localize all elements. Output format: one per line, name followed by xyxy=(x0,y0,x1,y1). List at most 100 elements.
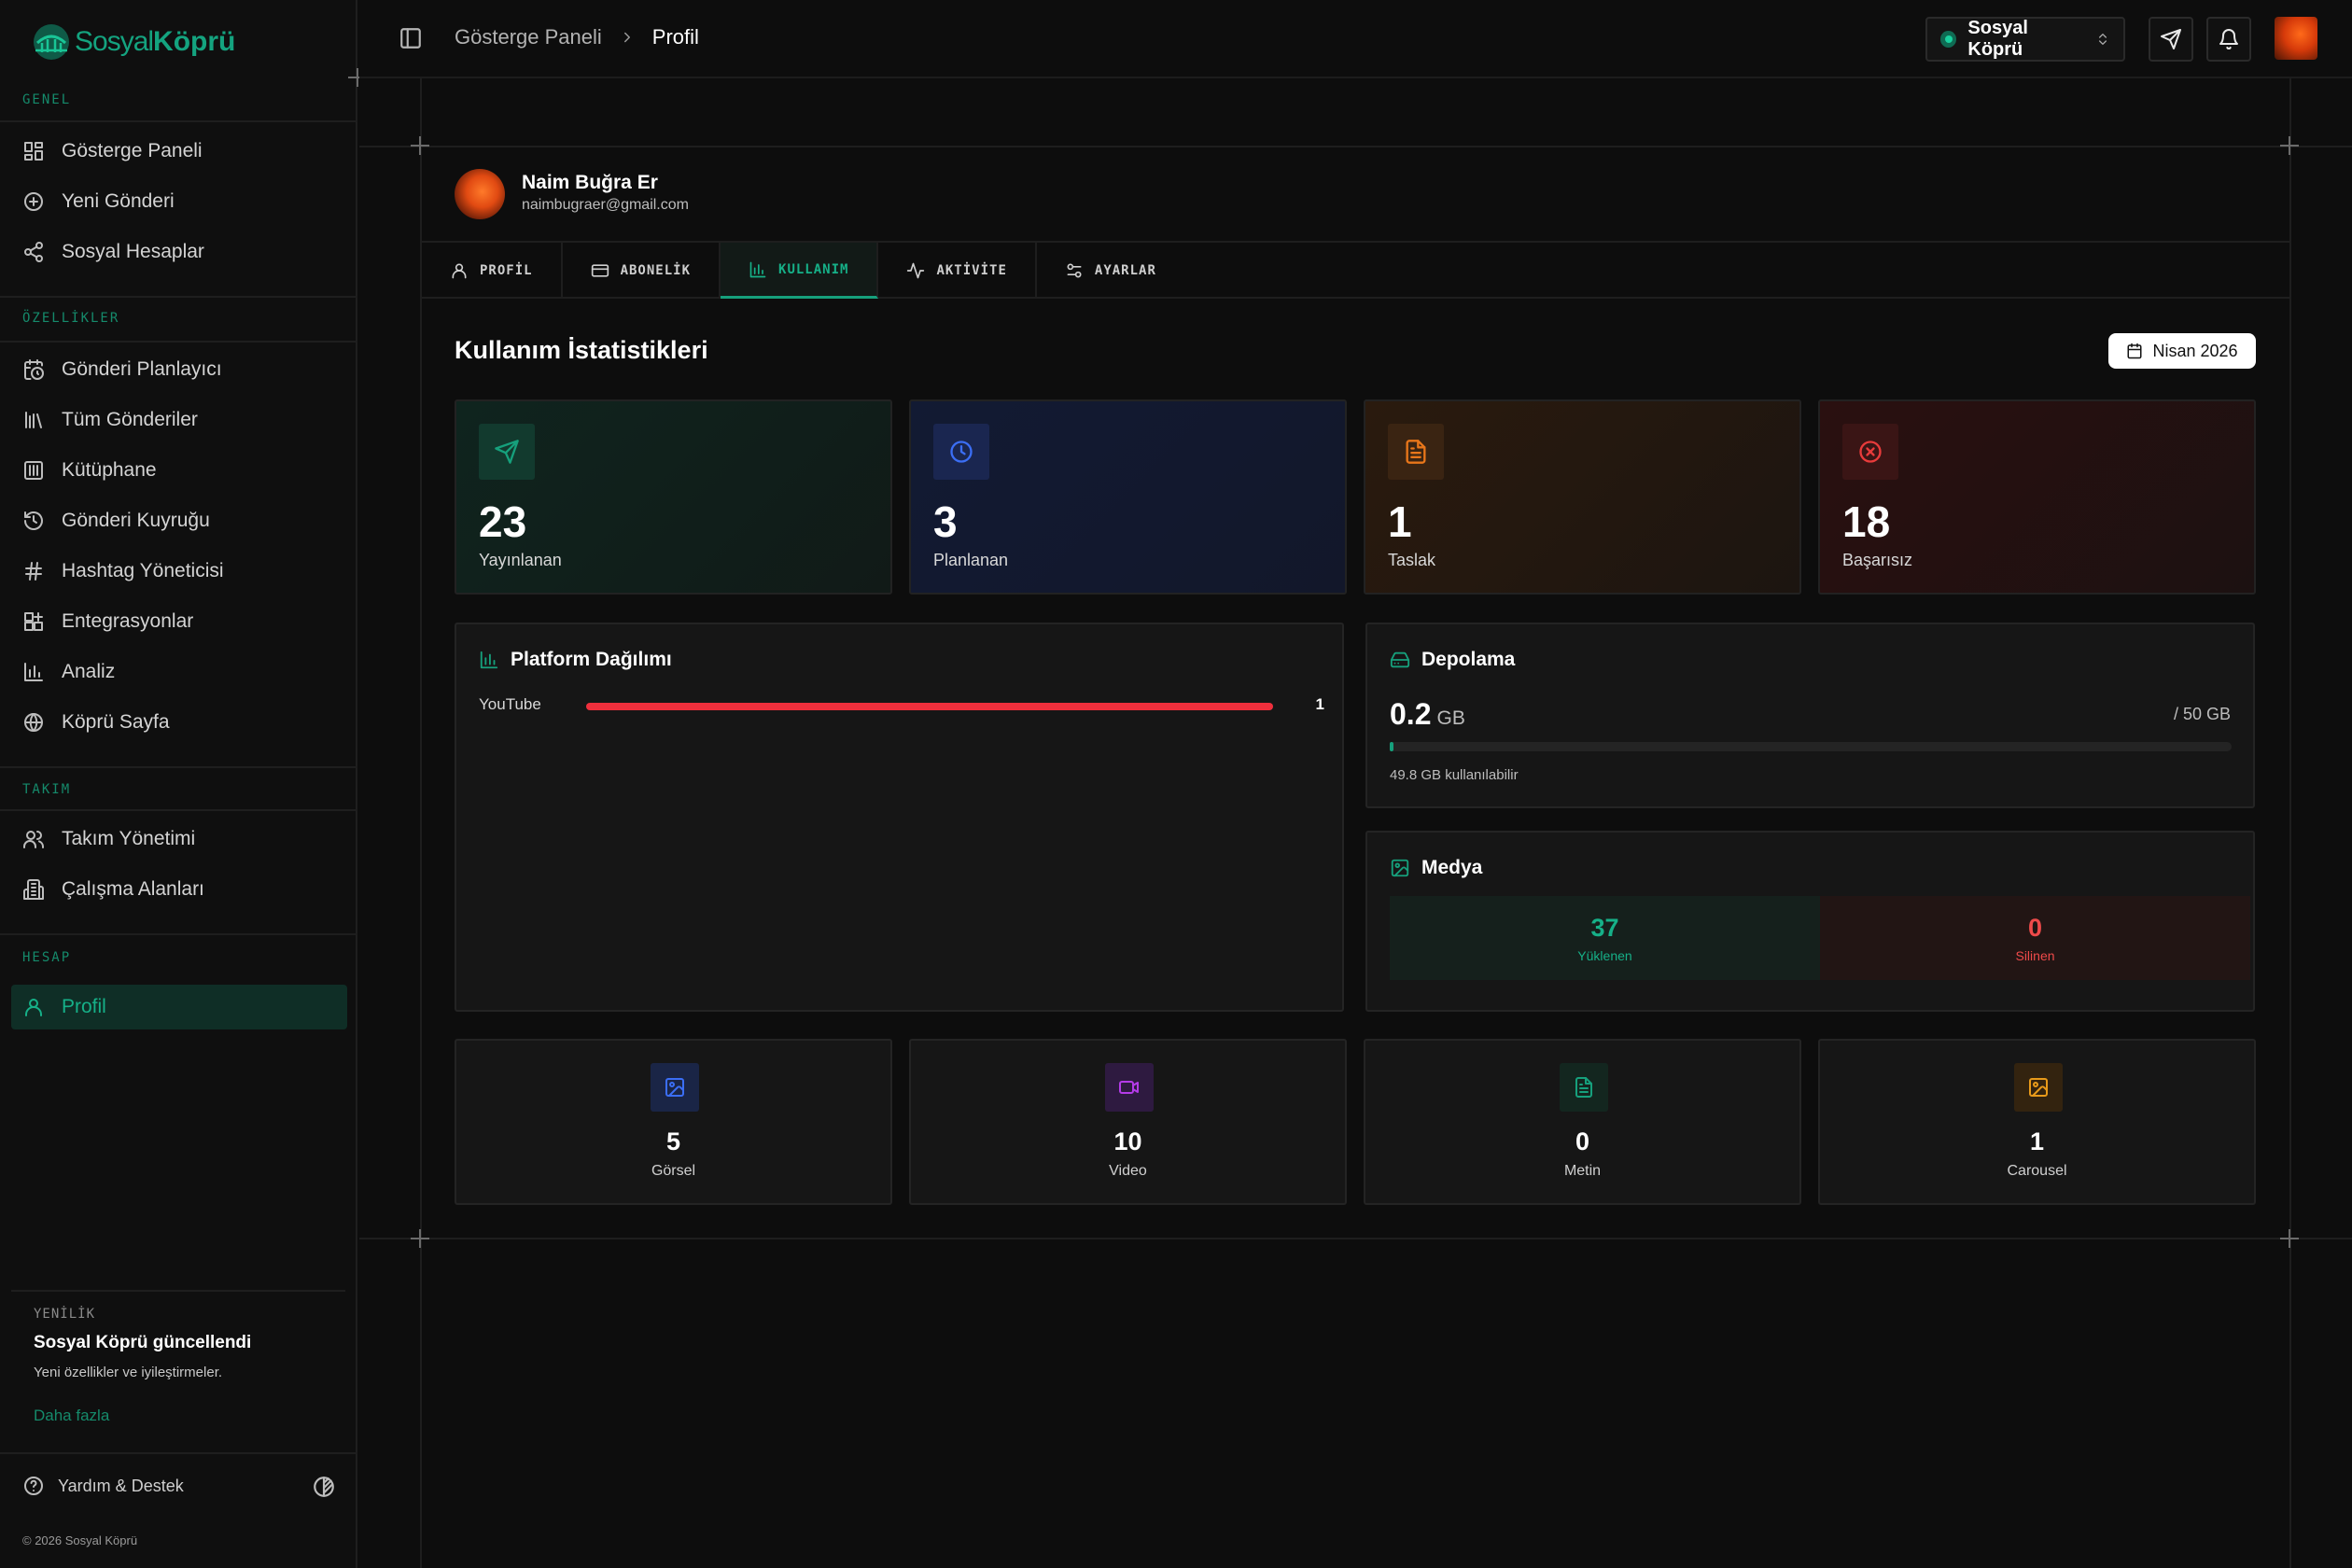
tab-label: ABONELİK xyxy=(620,263,692,278)
platform-value: 1 xyxy=(1315,695,1324,713)
workspace-select[interactable]: Sosyal Köprü xyxy=(1925,17,2125,62)
sidebar: Sosyal Köprü GENEL Gösterge Paneli Yeni G… xyxy=(0,0,367,1568)
bar-chart-icon xyxy=(22,661,45,683)
sidebar-item-social-accounts[interactable]: Sosyal Hesaplar xyxy=(11,230,347,274)
profile-email: naimbugraer@gmail.com xyxy=(522,197,689,213)
send-icon xyxy=(2160,28,2182,50)
storage-used: 0.2 GB xyxy=(1390,697,1465,732)
images-icon xyxy=(2014,1063,2063,1112)
sidebar-item-label: Kütüphane xyxy=(62,459,157,481)
news-more-link[interactable]: Daha fazla xyxy=(34,1407,342,1425)
platform-bar-track xyxy=(586,703,1273,710)
file-text-icon xyxy=(1388,424,1444,480)
top-header: Gösterge Paneli Profil Sosyal Köprü xyxy=(359,0,2352,78)
video-icon xyxy=(1105,1063,1154,1112)
type-value: 1 xyxy=(2029,1127,2045,1155)
sidebar-item-label: Yeni Gönderi xyxy=(62,190,175,212)
sidebar-item-library[interactable]: Kütüphane xyxy=(11,448,347,493)
section-label-hesap: HESAP xyxy=(22,950,72,965)
sidebar-item-dashboard[interactable]: Gösterge Paneli xyxy=(11,129,347,174)
sliders-icon xyxy=(1065,261,1084,280)
sidebar-item-team-management[interactable]: Takım Yönetimi xyxy=(11,817,347,861)
plus-marker-icon xyxy=(411,136,429,155)
sidebar-item-hashtag-manager[interactable]: Hashtag Yöneticisi xyxy=(11,549,347,594)
user-avatar[interactable] xyxy=(2275,17,2317,60)
media-deleted-value: 0 xyxy=(2027,913,2043,942)
sidebar-item-label: Gönderi Kuyruğu xyxy=(62,510,210,531)
send-icon xyxy=(479,424,535,480)
sidebar-item-post-queue[interactable]: Gönderi Kuyruğu xyxy=(11,498,347,543)
logo-text-light: Sosyal xyxy=(75,26,154,57)
type-card-carousel: 1 Carousel xyxy=(1818,1039,2256,1205)
type-label: Carousel xyxy=(2007,1163,2067,1179)
sidebar-item-analytics[interactable]: Analiz xyxy=(11,650,347,694)
sidebar-item-label: Takım Yönetimi xyxy=(62,828,196,849)
help-label: Yardım & Destek xyxy=(58,1476,184,1495)
tab-subscription[interactable]: ABONELİK xyxy=(563,243,721,299)
sidebar-item-all-posts[interactable]: Tüm Gönderiler xyxy=(11,398,347,442)
storage-panel: Depolama 0.2 GB / 50 GB 49.8 GB kullanıla… xyxy=(1365,623,2255,808)
user-icon xyxy=(22,996,45,1018)
type-label: Görsel xyxy=(651,1163,696,1179)
chevron-right-icon xyxy=(619,29,636,46)
share-icon xyxy=(22,241,45,263)
sidebar-item-label: Hashtag Yöneticisi xyxy=(62,560,224,581)
breadcrumb: Gösterge Paneli Profil xyxy=(455,25,699,49)
stat-label: Taslak xyxy=(1388,551,1436,569)
stat-label: Yayınlanan xyxy=(479,551,562,569)
calendar-icon xyxy=(2126,343,2143,359)
sidebar-item-bridge-page[interactable]: Köprü Sayfa xyxy=(11,700,347,745)
news-title: Sosyal Köprü güncellendi xyxy=(34,1333,252,1352)
sidebar-toggle-icon[interactable] xyxy=(399,26,423,50)
tab-profile[interactable]: PROFİL xyxy=(422,243,563,299)
tab-label: PROFİL xyxy=(480,263,533,278)
copyright: © 2026 Sosyal Köprü xyxy=(22,1533,138,1547)
breadcrumb-dashboard[interactable]: Gösterge Paneli xyxy=(455,25,602,49)
sidebar-item-new-post[interactable]: Yeni Gönderi xyxy=(11,179,347,224)
sidebar-item-workspaces[interactable]: Çalışma Alanları xyxy=(11,867,347,912)
send-button[interactable] xyxy=(2149,17,2193,62)
storage-total: / 50 GB xyxy=(2173,705,2231,723)
sidebar-item-integrations[interactable]: Entegrasyonlar xyxy=(11,599,347,644)
sidebar-item-label: Gönderi Planlayıcı xyxy=(62,358,222,380)
media-panel: Medya 37 Yüklenen 0 Silinen xyxy=(1365,831,2255,1012)
stat-label: Planlanan xyxy=(933,551,1009,569)
logo-mark-icon xyxy=(32,22,71,62)
tab-label: AYARLAR xyxy=(1094,263,1156,278)
storage-bar-track xyxy=(1390,742,2232,751)
sidebar-item-label: Tüm Gönderiler xyxy=(62,409,198,430)
tab-usage[interactable]: KULLANIM xyxy=(721,243,879,299)
building-icon xyxy=(22,878,45,901)
integrations-icon xyxy=(22,610,45,633)
notifications-button[interactable] xyxy=(2206,17,2251,62)
hard-drive-icon xyxy=(1390,650,1410,670)
media-uploaded: 37 Yüklenen xyxy=(1390,896,1820,980)
period-selector[interactable]: Nisan 2026 xyxy=(2108,333,2256,369)
image-icon xyxy=(1390,858,1410,878)
type-value: 0 xyxy=(1575,1127,1590,1155)
plus-marker-icon xyxy=(411,1229,429,1248)
file-text-icon xyxy=(1560,1063,1608,1112)
stat-card-scheduled: 3 Planlanan xyxy=(909,399,1347,595)
media-deleted-label: Silinen xyxy=(2015,947,2055,963)
sidebar-item-post-planner[interactable]: Gönderi Planlayıcı xyxy=(11,347,347,392)
media-title: Medya xyxy=(1390,857,1482,879)
section-label-genel: GENEL xyxy=(22,92,72,107)
storage-used-value: 0.2 xyxy=(1390,697,1432,731)
news-tag: YENİLİK xyxy=(34,1307,96,1322)
platform-bar-fill xyxy=(586,703,1273,710)
app-logo[interactable]: Sosyal Köprü xyxy=(32,21,235,63)
tab-settings[interactable]: AYARLAR xyxy=(1037,243,1184,299)
help-support-link[interactable]: Yardım & Destek xyxy=(22,1475,184,1497)
sidebar-item-profile[interactable]: Profil xyxy=(11,985,347,1029)
media-uploaded-value: 37 xyxy=(1590,913,1619,942)
storage-bar-fill xyxy=(1390,742,1393,751)
profile-avatar xyxy=(455,169,505,219)
globe-icon xyxy=(22,711,45,734)
tab-activity[interactable]: AKTİVİTE xyxy=(878,243,1037,299)
sidebar-item-label: Gösterge Paneli xyxy=(62,140,203,161)
clock-icon xyxy=(933,424,989,480)
theme-toggle-icon[interactable] xyxy=(312,1475,336,1499)
platform-title-text: Platform Dağılımı xyxy=(511,649,672,670)
platform-row-youtube: YouTube 1 xyxy=(479,695,1324,718)
